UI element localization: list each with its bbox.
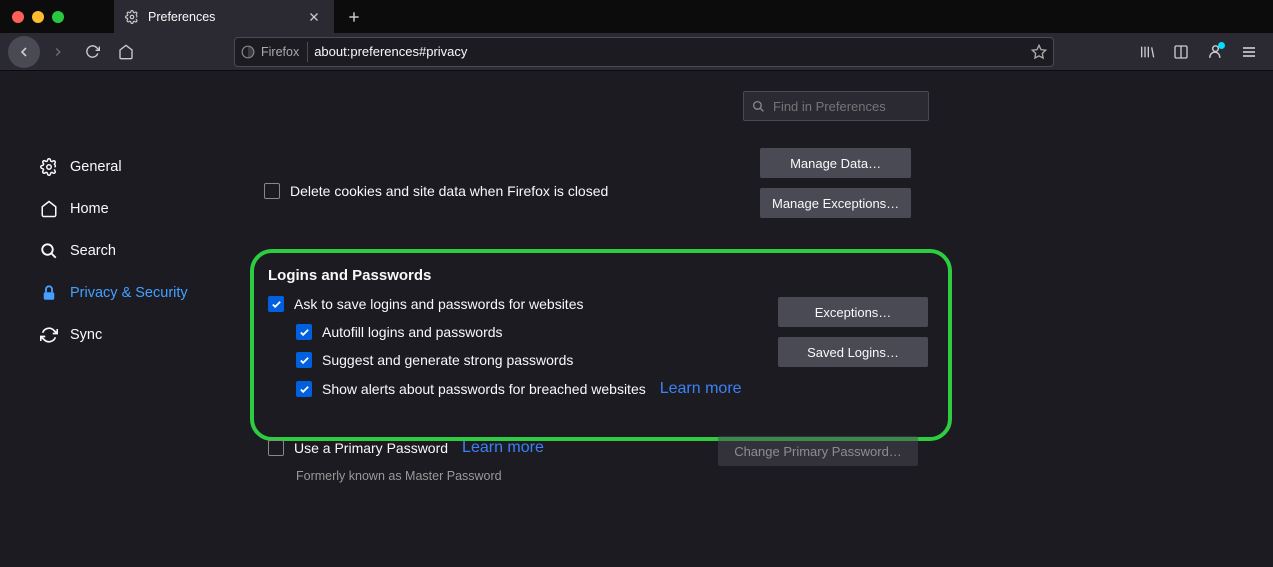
delete-cookies-checkbox[interactable] xyxy=(264,183,280,199)
suggest-label: Suggest and generate strong passwords xyxy=(322,352,573,368)
preferences-icon xyxy=(124,9,140,25)
sidebar-item-sync[interactable]: Sync xyxy=(0,314,230,356)
change-primary-password-button[interactable]: Change Primary Password… xyxy=(718,436,918,466)
preferences-content: Manage Data… Manage Exceptions… Delete c… xyxy=(230,71,1273,567)
home-button[interactable] xyxy=(110,36,142,68)
delete-cookies-label: Delete cookies and site data when Firefo… xyxy=(290,183,608,199)
find-in-preferences[interactable] xyxy=(743,91,929,121)
autofill-label: Autofill logins and passwords xyxy=(322,324,503,340)
gear-icon xyxy=(40,158,58,176)
sidebar-item-home[interactable]: Home xyxy=(0,188,230,230)
site-identity[interactable]: Firefox xyxy=(241,42,308,62)
exceptions-button[interactable]: Exceptions… xyxy=(778,297,928,327)
manage-exceptions-button[interactable]: Manage Exceptions… xyxy=(760,188,911,218)
forward-button[interactable] xyxy=(42,36,74,68)
app-menu-button[interactable] xyxy=(1233,36,1265,68)
search-icon xyxy=(40,242,58,260)
breach-checkbox[interactable] xyxy=(296,381,312,397)
primary-password-label: Use a Primary Password xyxy=(294,440,448,456)
breach-label: Show alerts about passwords for breached… xyxy=(322,381,646,397)
nav-toolbar: Firefox about:preferences#privacy xyxy=(0,33,1273,71)
manage-data-button[interactable]: Manage Data… xyxy=(760,148,911,178)
minimize-window-button[interactable] xyxy=(32,11,44,23)
browser-tab[interactable]: Preferences xyxy=(114,0,334,33)
bookmark-star-icon[interactable] xyxy=(1031,44,1047,60)
find-input[interactable] xyxy=(773,99,920,114)
search-icon xyxy=(752,100,765,113)
tab-title: Preferences xyxy=(148,10,300,24)
ask-save-label: Ask to save logins and passwords for web… xyxy=(294,296,583,312)
home-icon xyxy=(40,200,58,218)
window-controls xyxy=(0,0,76,33)
sidebar-item-label: Sync xyxy=(70,327,102,343)
sidebar-item-privacy[interactable]: Privacy & Security xyxy=(0,272,230,314)
autofill-checkbox[interactable] xyxy=(296,324,312,340)
saved-logins-button[interactable]: Saved Logins… xyxy=(778,337,928,367)
reader-view-button[interactable] xyxy=(1165,36,1197,68)
account-button[interactable] xyxy=(1199,36,1231,68)
back-button[interactable] xyxy=(8,36,40,68)
primary-password-checkbox[interactable] xyxy=(268,440,284,456)
formerly-hint: Formerly known as Master Password xyxy=(296,469,502,483)
preferences-sidebar: General Home Search Privacy & Security S… xyxy=(0,71,230,567)
url-bar[interactable]: Firefox about:preferences#privacy xyxy=(234,37,1054,67)
sidebar-item-label: General xyxy=(70,159,122,175)
primary-learn-more-link[interactable]: Learn more xyxy=(462,439,544,457)
new-tab-button[interactable] xyxy=(340,3,368,31)
maximize-window-button[interactable] xyxy=(52,11,64,23)
lock-icon xyxy=(40,284,58,302)
sidebar-item-label: Home xyxy=(70,201,109,217)
identity-label: Firefox xyxy=(261,45,299,59)
suggest-checkbox[interactable] xyxy=(296,352,312,368)
sidebar-item-search[interactable]: Search xyxy=(0,230,230,272)
close-window-button[interactable] xyxy=(12,11,24,23)
preferences-page: General Home Search Privacy & Security S… xyxy=(0,71,1273,567)
close-tab-button[interactable] xyxy=(308,11,324,23)
breach-learn-more-link[interactable]: Learn more xyxy=(660,380,742,398)
ask-save-checkbox[interactable] xyxy=(268,296,284,312)
sidebar-item-general[interactable]: General xyxy=(0,146,230,188)
sidebar-item-label: Search xyxy=(70,243,116,259)
tab-strip: Preferences xyxy=(0,0,1273,33)
section-title: Logins and Passwords xyxy=(268,267,928,284)
sidebar-item-label: Privacy & Security xyxy=(70,285,188,301)
url-text: about:preferences#privacy xyxy=(314,44,1025,59)
sync-icon xyxy=(40,326,58,344)
logins-passwords-section: Logins and Passwords Ask to save logins … xyxy=(268,267,928,398)
reload-button[interactable] xyxy=(76,36,108,68)
firefox-icon xyxy=(241,45,255,59)
library-button[interactable] xyxy=(1131,36,1163,68)
